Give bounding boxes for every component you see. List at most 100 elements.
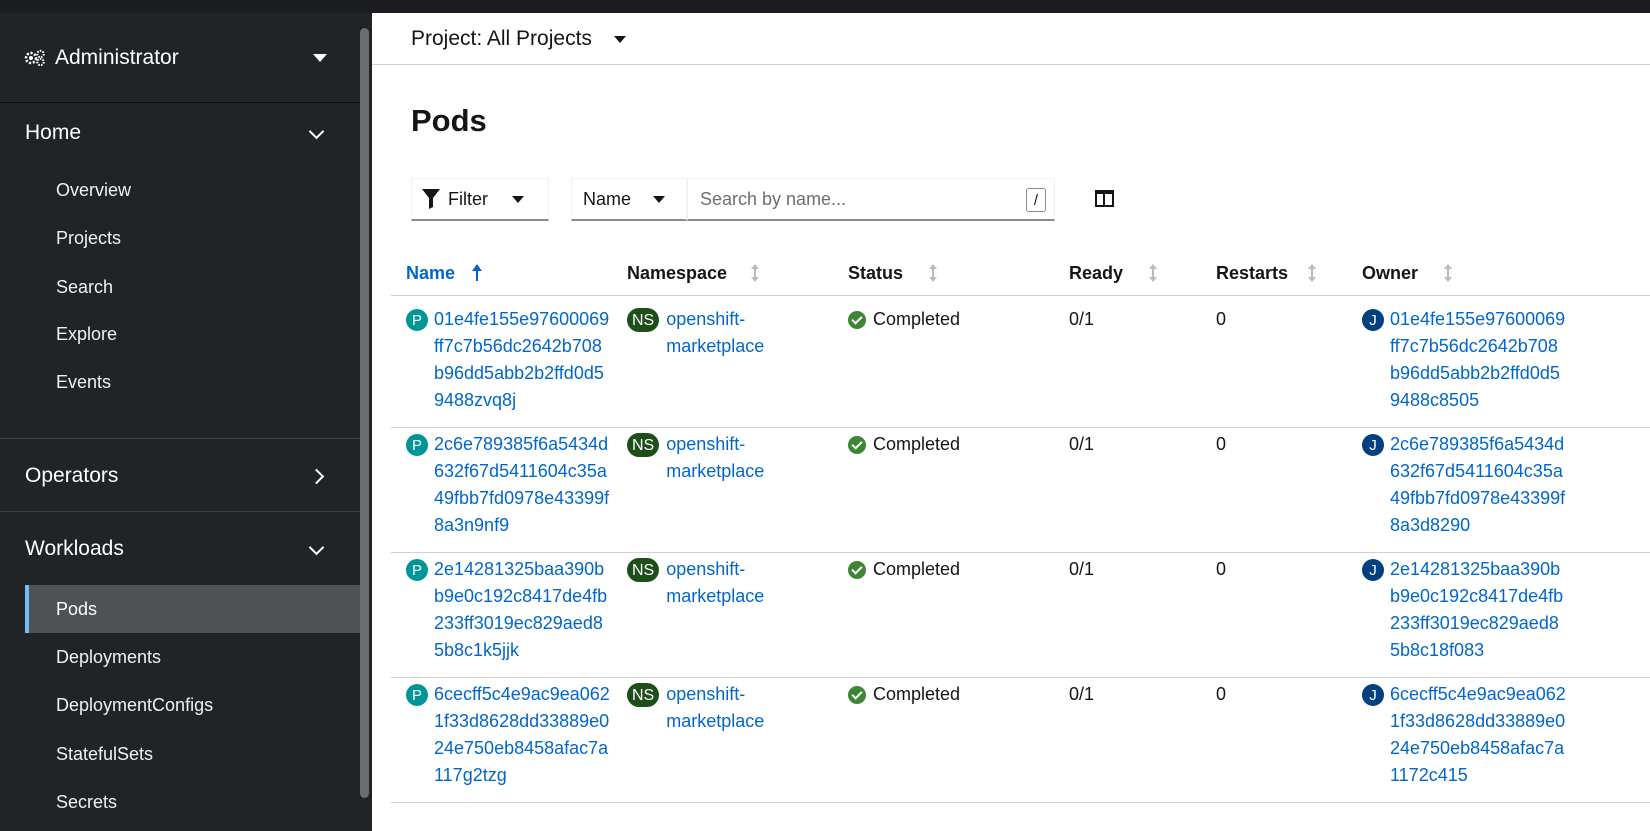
- nav-item-label: Deployments: [56, 646, 162, 667]
- status-text: Completed: [873, 309, 961, 329]
- column-header-label: Owner: [1362, 262, 1419, 283]
- search-input[interactable]: [687, 178, 1055, 221]
- pod-name-link[interactable]: 6cecff5c4e9ac9ea0621f33d8628dd33889e024e…: [434, 681, 610, 789]
- namespace-link[interactable]: openshift-marketplace: [666, 681, 776, 735]
- nav-section-operators[interactable]: Operators: [0, 441, 360, 511]
- nav-item-label: DeploymentConfigs: [56, 694, 214, 715]
- job-badge: J: [1362, 684, 1384, 706]
- owner-cell: J 01e4fe155e97600069ff7c7b56dc2642b708b9…: [1362, 306, 1566, 414]
- restarts-cell: 0: [1216, 434, 1227, 454]
- caret-down-icon: [653, 195, 666, 203]
- sort-icon: [1442, 264, 1454, 282]
- chevron-down-icon: [308, 123, 325, 140]
- perspective-label: Administrator: [55, 45, 179, 69]
- column-header-label: Ready: [1069, 262, 1124, 283]
- nav-item-statefulsets[interactable]: StatefulSets: [25, 730, 360, 778]
- sort-icon: [1306, 264, 1318, 282]
- pod-name-link[interactable]: 2e14281325baa390bb9e0c192c8417de4fb233ff…: [434, 556, 610, 664]
- restarts-cell: 0: [1216, 684, 1227, 704]
- sidebar-scrollbar[interactable]: [360, 28, 369, 798]
- column-header-status[interactable]: Status: [848, 258, 939, 288]
- nav-item-secrets[interactable]: Secrets: [25, 778, 360, 826]
- nav-section-home[interactable]: Home: [0, 98, 360, 168]
- nav-item-projects[interactable]: Projects: [25, 214, 360, 262]
- job-badge: J: [1362, 434, 1384, 456]
- column-header-name[interactable]: Name: [406, 258, 483, 288]
- project-selector[interactable]: Project: All Projects: [411, 23, 626, 55]
- caret-down-icon: [313, 54, 327, 62]
- namespace-link[interactable]: openshift-marketplace: [666, 556, 776, 610]
- sort-icon: [1147, 264, 1159, 282]
- ready-cell: 0/1: [1069, 434, 1095, 454]
- table-row: P 01e4fe155e97600069ff7c7b56dc2642b708b9…: [391, 296, 1650, 428]
- chevron-down-icon: [308, 539, 325, 556]
- ready-cell: 0/1: [1069, 559, 1095, 579]
- nav-item-label: Projects: [56, 227, 122, 248]
- table-row: P 2c6e789385f6a5434d632f67d5411604c35a49…: [391, 421, 1650, 553]
- check-circle-icon: [848, 310, 866, 329]
- nav-item-search[interactable]: Search: [25, 263, 360, 311]
- status-cell: Completed: [848, 306, 960, 333]
- status-cell: Completed: [848, 681, 960, 708]
- status-text: Completed: [873, 684, 961, 704]
- table-row: P 2e14281325baa390bb9e0c192c8417de4fb233…: [391, 546, 1650, 678]
- nav-section-label: Operators: [25, 464, 119, 487]
- owner-link[interactable]: 2e14281325baa390bb9e0c192c8417de4fb233ff…: [1390, 556, 1566, 664]
- pod-name-cell: P 2c6e789385f6a5434d632f67d5411604c35a49…: [406, 431, 610, 539]
- nav-section-workloads[interactable]: Workloads: [0, 514, 360, 584]
- namespace-link[interactable]: openshift-marketplace: [666, 306, 776, 360]
- column-header-namespace[interactable]: Namespace: [627, 258, 761, 288]
- owner-link[interactable]: 6cecff5c4e9ac9ea0621f33d8628dd33889e024e…: [1390, 681, 1566, 789]
- pod-name-link[interactable]: 2c6e789385f6a5434d632f67d5411604c35a49fb…: [434, 431, 610, 539]
- nav-item-label: Secrets: [56, 791, 118, 812]
- nav-divider: [0, 438, 360, 439]
- chevron-right-icon: [308, 468, 325, 485]
- perspective-switcher[interactable]: Administrator: [0, 13, 360, 103]
- project-bar: Project: All Projects: [372, 13, 1650, 65]
- caret-down-icon: [613, 35, 626, 43]
- job-badge: J: [1362, 559, 1384, 581]
- job-badge: J: [1362, 309, 1384, 331]
- nav-item-label: Overview: [56, 179, 132, 200]
- column-header-owner[interactable]: Owner: [1362, 258, 1454, 288]
- main-content: Project: All Projects Pods Filter Name /…: [372, 13, 1650, 831]
- namespace-link[interactable]: openshift-marketplace: [666, 431, 776, 485]
- namespace-cell: NS openshift-marketplace: [627, 306, 776, 360]
- column-header-restarts[interactable]: Restarts: [1216, 258, 1318, 288]
- table-row: P 6cecff5c4e9ac9ea0621f33d8628dd33889e02…: [391, 671, 1650, 803]
- caret-down-icon: [512, 195, 524, 203]
- column-header-label: Restarts: [1216, 262, 1289, 283]
- nav-item-label: Search: [56, 276, 114, 297]
- column-header-label: Name: [406, 262, 456, 283]
- search-type-select[interactable]: Name: [571, 178, 687, 221]
- check-circle-icon: [848, 685, 866, 704]
- column-header-ready[interactable]: Ready: [1069, 258, 1159, 288]
- check-circle-icon: [848, 560, 866, 579]
- keyboard-shortcut-hint: /: [1026, 188, 1046, 212]
- manage-columns-icon[interactable]: [1095, 190, 1114, 207]
- nav-item-deploymentconfigs[interactable]: DeploymentConfigs: [25, 681, 360, 729]
- nav-item-explore[interactable]: Explore: [25, 310, 360, 358]
- ready-cell: 0/1: [1069, 309, 1095, 329]
- check-circle-icon: [848, 435, 866, 454]
- filter-dropdown[interactable]: Filter: [411, 178, 549, 221]
- namespace-badge: NS: [627, 683, 660, 707]
- owner-cell: J 2e14281325baa390bb9e0c192c8417de4fb233…: [1362, 556, 1566, 664]
- pod-badge: P: [406, 309, 428, 331]
- nav-item-deployments[interactable]: Deployments: [25, 633, 360, 681]
- sort-ascending-icon: [471, 264, 483, 282]
- filter-label: Filter: [448, 188, 488, 209]
- owner-link[interactable]: 2c6e789385f6a5434d632f67d5411604c35a49fb…: [1390, 431, 1566, 539]
- pod-name-link[interactable]: 01e4fe155e97600069ff7c7b56dc2642b708b96d…: [434, 306, 610, 414]
- nav-item-events[interactable]: Events: [25, 358, 360, 406]
- nav-item-overview[interactable]: Overview: [25, 166, 360, 214]
- nav-item-pods[interactable]: Pods: [25, 585, 360, 633]
- nav-section-label: Home: [25, 121, 82, 144]
- status-text: Completed: [873, 434, 961, 454]
- owner-link[interactable]: 01e4fe155e97600069ff7c7b56dc2642b708b96d…: [1390, 306, 1566, 414]
- top-masthead: [0, 0, 1650, 13]
- status-text: Completed: [873, 559, 961, 579]
- status-cell: Completed: [848, 556, 960, 583]
- column-header-label: Status: [848, 262, 904, 283]
- restarts-cell: 0: [1216, 309, 1227, 329]
